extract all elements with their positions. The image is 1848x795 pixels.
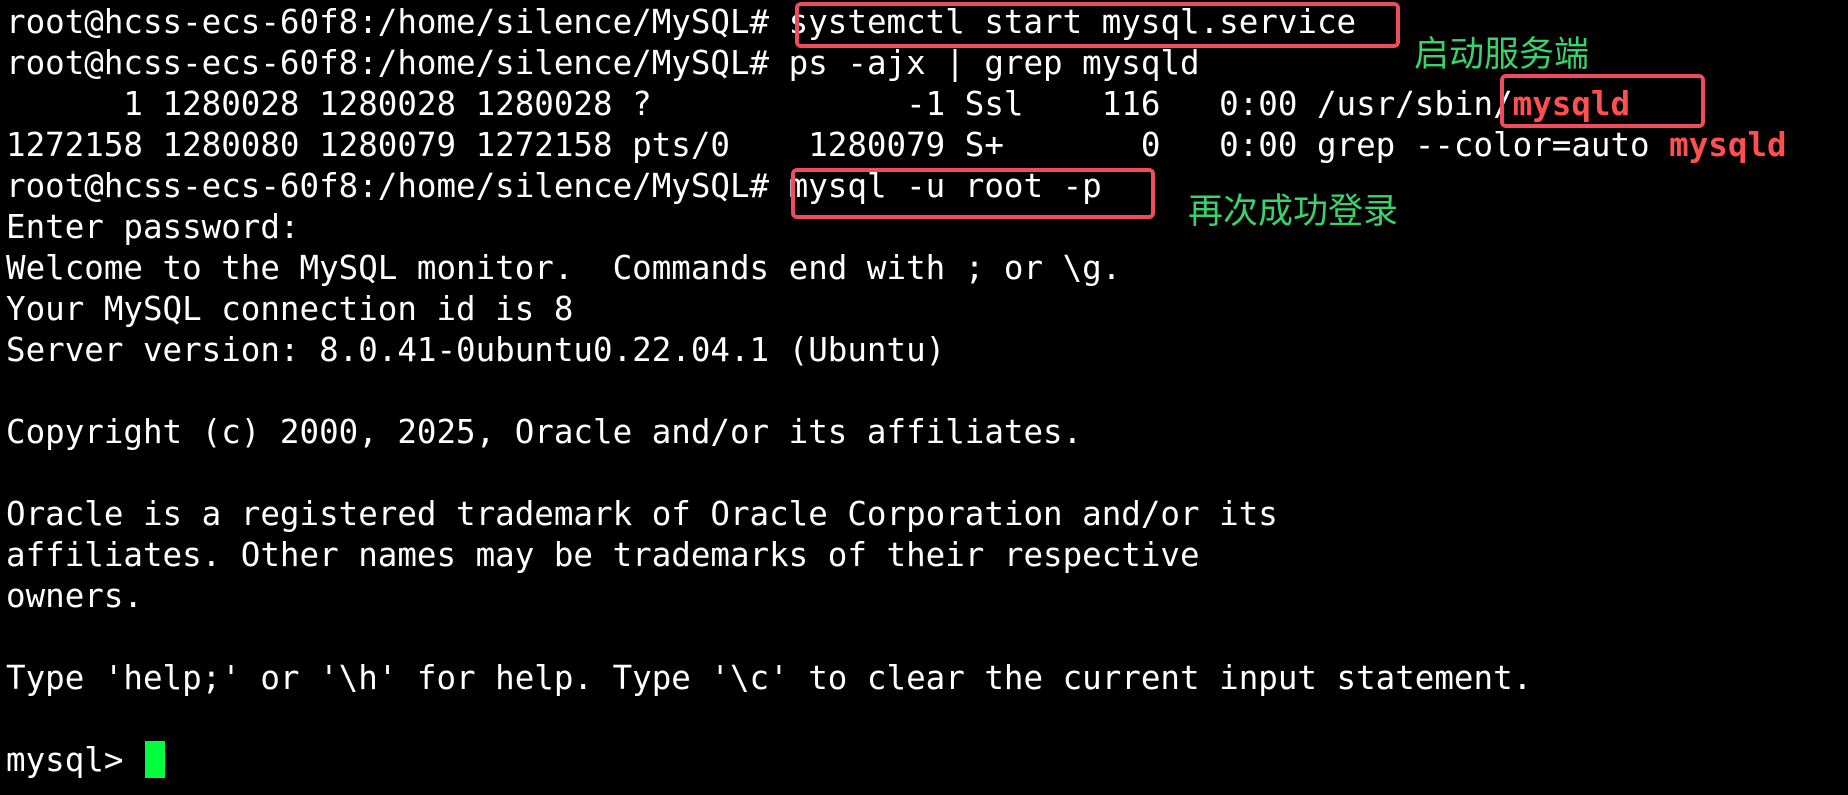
process-info: 1 1280028 1280028 1280028 ? -1 Ssl 116 0… xyxy=(6,85,1513,123)
copyright-message: Copyright (c) 2000, 2025, Oracle and/or … xyxy=(6,413,1083,451)
grep-match-mysqld: mysqld xyxy=(1669,126,1787,164)
shell-prompt: root@hcss-ecs-60f8:/home/silence/MySQL# xyxy=(6,44,789,82)
command-ps-grep: ps -ajx | grep mysqld xyxy=(788,44,1200,82)
trademark-message-2: affiliates. Other names may be trademark… xyxy=(6,536,1200,574)
annotation-box-mysqld xyxy=(1500,74,1705,128)
process-info: 1272158 1280080 1280079 1272158 pts/0 12… xyxy=(6,126,1670,164)
welcome-message: Welcome to the MySQL monitor. Commands e… xyxy=(6,249,1122,287)
mysql-prompt: mysql> xyxy=(6,741,143,779)
text-cursor xyxy=(144,741,165,778)
annotation-start-server: 启动服务端 xyxy=(1414,35,1590,75)
mysql-prompt-line[interactable]: mysql> xyxy=(6,740,1848,781)
annotation-login-again: 再次成功登录 xyxy=(1188,192,1399,232)
server-version-message: Server version: 8.0.41-0ubuntu0.22.04.1 … xyxy=(6,331,946,369)
shell-prompt: root@hcss-ecs-60f8:/home/silence/MySQL# xyxy=(6,167,789,205)
process-row-grep: 1272158 1280080 1280079 1272158 pts/0 12… xyxy=(6,125,1848,166)
annotation-box-systemctl xyxy=(795,2,1400,48)
shell-prompt: root@hcss-ecs-60f8:/home/silence/MySQL# xyxy=(6,3,789,41)
annotation-box-mysql-login xyxy=(791,168,1155,219)
trademark-message-3: owners. xyxy=(6,577,143,615)
trademark-message-1: Oracle is a registered trademark of Orac… xyxy=(6,495,1278,533)
help-message: Type 'help;' or '\h' for help. Type '\c'… xyxy=(6,659,1533,697)
connection-id-message: Your MySQL connection id is 8 xyxy=(6,290,574,328)
